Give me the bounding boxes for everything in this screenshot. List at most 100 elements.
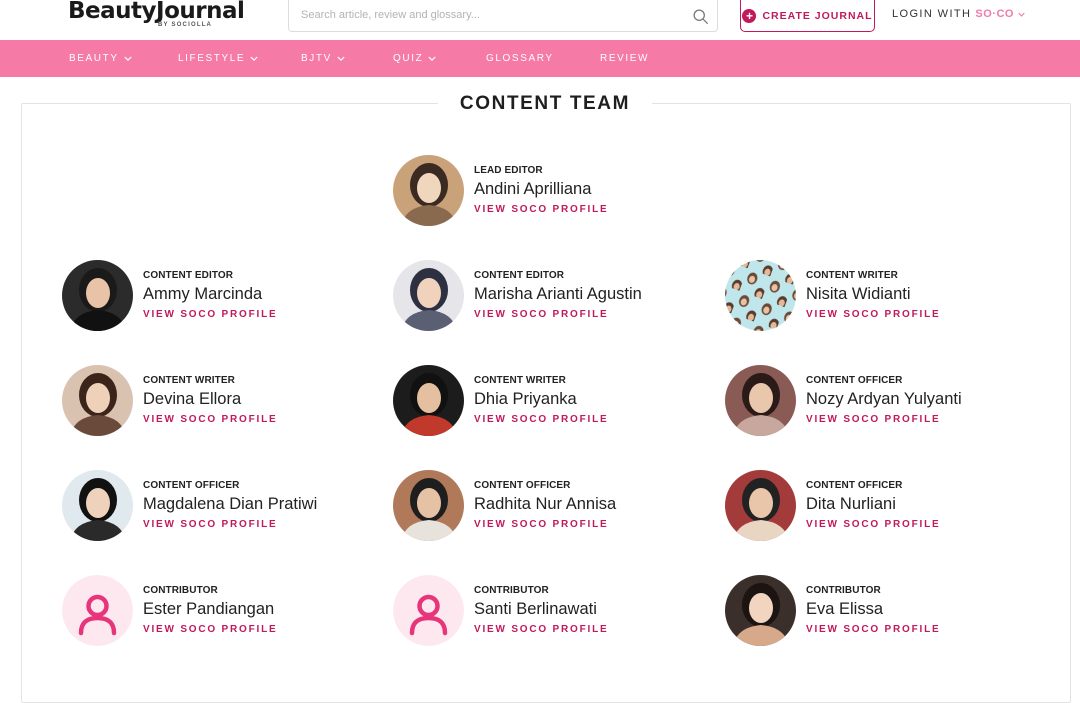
member-role: CONTENT EDITOR <box>143 270 234 281</box>
site-header: BeautyJournal BY SOCIOLLA + CREATE JOURN… <box>0 0 1080 40</box>
view-soco-profile-link[interactable]: VIEW SOCO PROFILE <box>474 518 616 532</box>
avatar[interactable] <box>725 470 796 541</box>
avatar[interactable] <box>62 260 133 331</box>
member-name: Ammy Marcinda <box>143 285 263 303</box>
plus-icon: + <box>742 8 757 23</box>
member-role: CONTRIBUTOR <box>474 585 549 596</box>
member-name: Ester Pandiangan <box>143 600 275 618</box>
page-title: CONTENT TEAM <box>459 93 631 114</box>
search-icon[interactable] <box>692 8 709 25</box>
team-member-card: CONTRIBUTOR Santi Berlinawati VIEW SOCO PR… <box>393 575 609 646</box>
view-soco-profile-link[interactable]: VIEW SOCO PROFILE <box>474 203 609 217</box>
team-member-card: CONTENT EDITOR Ammy Marcinda VIEW SOCO PRO… <box>62 260 278 331</box>
member-name: Marisha Arianti Agustin <box>474 285 642 303</box>
avatar[interactable] <box>62 470 133 541</box>
team-member-card: LEAD EDITOR Andini Aprilliana VIEW SOCO PR… <box>393 155 609 226</box>
member-role: CONTENT WRITER <box>143 375 235 386</box>
team-member-card: CONTENT OFFICER Magdalena Dian Pratiwi VIE… <box>62 470 317 541</box>
view-soco-profile-link[interactable]: VIEW SOCO PROFILE <box>143 413 278 427</box>
logo-subtext: BY SOCIOLLA <box>158 22 213 28</box>
team-member-card: CONTENT OFFICER Nozy Ardyan Yulyanti VIEW … <box>725 365 962 436</box>
chevron-down-icon <box>250 56 258 61</box>
member-name: Santi Berlinawati <box>474 600 597 618</box>
view-soco-profile-link[interactable]: VIEW SOCO PROFILE <box>474 623 609 637</box>
create-journal-button[interactable]: + CREATE JOURNAL <box>740 0 875 32</box>
nav-item-quiz[interactable]: QUIZ <box>393 53 436 64</box>
nav-item-label: BJTV <box>301 53 332 64</box>
member-name: Eva Elissa <box>806 600 884 618</box>
chevron-down-icon <box>124 56 132 61</box>
nav-item-label: GLOSSARY <box>486 53 554 64</box>
main-nav: BEAUTY LIFESTYLE BJTV QUIZ GLOSSARY REVIEW <box>0 40 1080 77</box>
view-soco-profile-link[interactable]: VIEW SOCO PROFILE <box>474 308 642 322</box>
member-info: LEAD EDITOR Andini Aprilliana VIEW SOCO PR… <box>474 164 609 217</box>
page-title-wrap: CONTENT TEAM <box>438 92 652 116</box>
nav-item-review[interactable]: REVIEW <box>600 53 649 64</box>
create-journal-label: CREATE JOURNAL <box>762 9 873 22</box>
member-info: CONTENT OFFICER Magdalena Dian Pratiwi VIE… <box>143 479 317 532</box>
member-name: Devina Ellora <box>143 390 242 408</box>
member-role: CONTENT OFFICER <box>806 375 903 386</box>
view-soco-profile-link[interactable]: VIEW SOCO PROFILE <box>143 623 278 637</box>
avatar[interactable] <box>393 155 464 226</box>
member-info: CONTENT OFFICER Radhita Nur Annisa VIEW SO… <box>474 479 616 532</box>
avatar[interactable] <box>725 575 796 646</box>
nav-item-beauty[interactable]: BEAUTY <box>69 53 132 64</box>
nav-item-bjtv[interactable]: BJTV <box>301 53 345 64</box>
team-member-card: CONTENT OFFICER Dita Nurliani VIEW SOCO PR… <box>725 470 941 541</box>
nav-item-label: LIFESTYLE <box>178 53 246 64</box>
member-role: CONTRIBUTOR <box>143 585 218 596</box>
nav-item-label: QUIZ <box>393 53 424 64</box>
avatar[interactable] <box>393 365 464 436</box>
view-soco-profile-link[interactable]: VIEW SOCO PROFILE <box>806 308 941 322</box>
member-role: CONTENT OFFICER <box>143 480 240 491</box>
member-info: CONTENT EDITOR Marisha Arianti Agustin VIE… <box>474 269 642 322</box>
avatar[interactable] <box>725 365 796 436</box>
chevron-down-icon <box>1018 12 1025 17</box>
member-name: Dhia Priyanka <box>474 390 577 408</box>
member-name: Radhita Nur Annisa <box>474 495 617 513</box>
search-input[interactable] <box>301 9 681 21</box>
nav-item-glossary[interactable]: GLOSSARY <box>486 53 554 64</box>
nav-item-label: BEAUTY <box>69 53 119 64</box>
member-role: CONTENT WRITER <box>474 375 566 386</box>
search-box <box>288 0 718 32</box>
member-info: CONTRIBUTOR Ester Pandiangan VIEW SOCO PRO… <box>143 584 278 637</box>
member-info: CONTENT WRITER Dhia Priyanka VIEW SOCO PRO… <box>474 374 609 427</box>
member-info: CONTENT WRITER Nisita Widianti VIEW SOCO P… <box>806 269 941 322</box>
team-member-card: CONTRIBUTOR Ester Pandiangan VIEW SOCO PRO… <box>62 575 278 646</box>
avatar[interactable] <box>393 260 464 331</box>
soco-brand: SO·CO <box>975 8 1014 20</box>
member-info: CONTENT EDITOR Ammy Marcinda VIEW SOCO PRO… <box>143 269 278 322</box>
beautyjournal-logo[interactable]: BeautyJournal BY SOCIOLLA <box>68 0 245 28</box>
member-name: Dita Nurliani <box>806 495 896 513</box>
member-name: Magdalena Dian Pratiwi <box>143 495 318 513</box>
logo-text: BeautyJournal <box>68 0 245 24</box>
avatar[interactable] <box>725 260 796 331</box>
member-info: CONTENT OFFICER Dita Nurliani VIEW SOCO PR… <box>806 479 941 532</box>
team-member-card: CONTENT EDITOR Marisha Arianti Agustin VIE… <box>393 260 642 331</box>
member-info: CONTRIBUTOR Santi Berlinawati VIEW SOCO PR… <box>474 584 609 637</box>
member-info: CONTENT OFFICER Nozy Ardyan Yulyanti VIEW … <box>806 374 962 427</box>
view-soco-profile-link[interactable]: VIEW SOCO PROFILE <box>143 518 317 532</box>
view-soco-profile-link[interactable]: VIEW SOCO PROFILE <box>806 623 941 637</box>
view-soco-profile-link[interactable]: VIEW SOCO PROFILE <box>806 413 962 427</box>
team-member-card: CONTRIBUTOR Eva Elissa VIEW SOCO PROFILE <box>725 575 941 646</box>
view-soco-profile-link[interactable]: VIEW SOCO PROFILE <box>474 413 609 427</box>
member-role: LEAD EDITOR <box>474 165 543 176</box>
member-role: CONTENT EDITOR <box>474 270 565 281</box>
member-info: CONTENT WRITER Devina Ellora VIEW SOCO PRO… <box>143 374 278 427</box>
view-soco-profile-link[interactable]: VIEW SOCO PROFILE <box>143 308 278 322</box>
view-soco-profile-link[interactable]: VIEW SOCO PROFILE <box>806 518 941 532</box>
member-role: CONTRIBUTOR <box>806 585 881 596</box>
nav-item-lifestyle[interactable]: LIFESTYLE <box>178 53 258 64</box>
member-info: CONTRIBUTOR Eva Elissa VIEW SOCO PROFILE <box>806 584 941 637</box>
chevron-down-icon <box>428 56 436 61</box>
member-role: CONTENT WRITER <box>806 270 898 281</box>
avatar[interactable] <box>62 575 133 646</box>
avatar[interactable] <box>393 575 464 646</box>
avatar[interactable] <box>393 470 464 541</box>
login-label: LOGIN WITH <box>892 8 972 20</box>
avatar[interactable] <box>62 365 133 436</box>
login-with-soco-button[interactable]: LOGIN WITH SO·CO <box>892 8 1025 20</box>
